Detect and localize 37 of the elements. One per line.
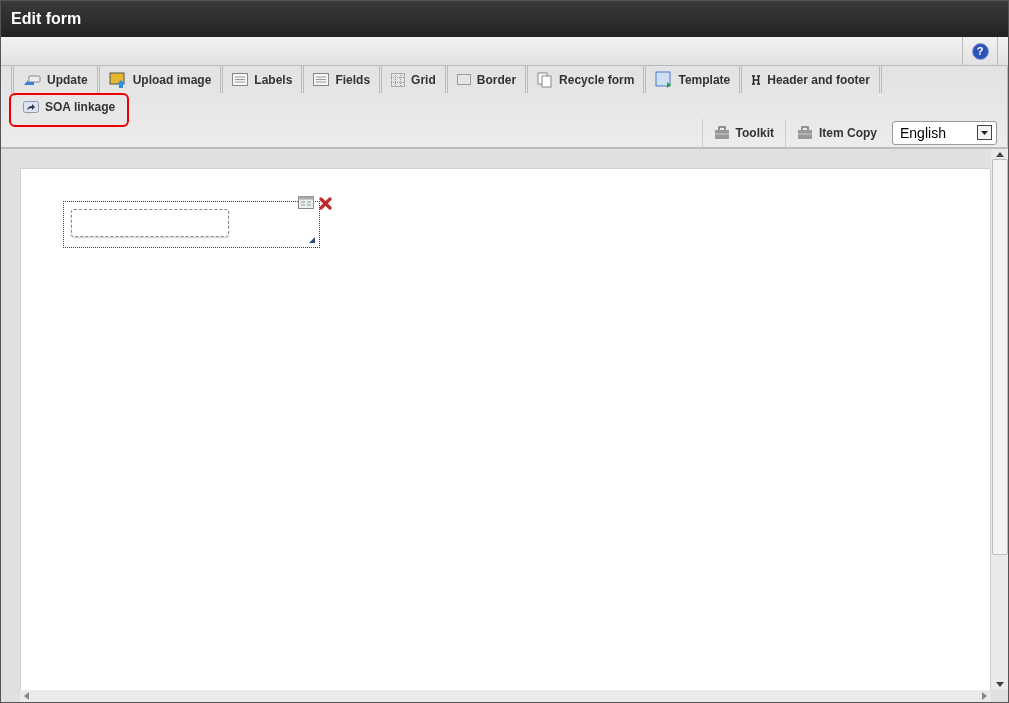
horizontal-scrollbar[interactable] (20, 690, 991, 702)
toolbar-button[interactable]: Border (444, 66, 526, 93)
toolbar-button[interactable]: Template (643, 66, 740, 93)
delete-icon[interactable] (319, 197, 332, 210)
scrollbar-thumb[interactable] (991, 159, 1008, 555)
scroll-right-icon[interactable] (982, 692, 987, 700)
toolbar-button[interactable]: Upload image (96, 66, 221, 93)
letter-h-icon (751, 74, 762, 85)
toolbox-icon (797, 125, 813, 140)
toolbar-button[interactable]: Header and footer (739, 66, 882, 93)
list-icon (232, 73, 249, 86)
language-dropdown[interactable]: English (892, 120, 997, 145)
toolbar-button[interactable]: Grid (379, 66, 445, 93)
toolbar-button[interactable]: Labels (220, 66, 302, 93)
toolbar-button[interactable]: Toolkit (701, 118, 785, 147)
window-title: Edit form (1, 1, 1008, 37)
scroll-left-icon[interactable] (24, 692, 29, 700)
image-upload-icon (108, 71, 127, 88)
documents-icon (537, 71, 554, 88)
toolbar-button[interactable]: Recycle form (525, 66, 644, 93)
table-icon[interactable] (298, 196, 314, 209)
scroll-down-icon[interactable] (995, 682, 1004, 687)
scroll-up-icon[interactable] (995, 152, 1004, 157)
toolbar-button[interactable]: Item Copy (785, 118, 888, 147)
dotted-border-icon (456, 74, 471, 85)
list-icon (313, 73, 330, 86)
toolbar-button[interactable]: Update (11, 66, 97, 93)
vertical-scrollbar[interactable] (991, 149, 1008, 690)
grid-icon (391, 72, 406, 87)
toolbar-button[interactable]: Fields (301, 66, 380, 93)
input-field[interactable] (71, 209, 229, 237)
toolbar-button[interactable]: SOA linkage (9, 93, 130, 127)
help-button[interactable]: ? (971, 42, 989, 60)
toolbox-icon (713, 125, 730, 140)
arrow-icon (23, 72, 41, 87)
template-icon (655, 71, 673, 88)
resize-handle-icon[interactable] (309, 237, 315, 243)
